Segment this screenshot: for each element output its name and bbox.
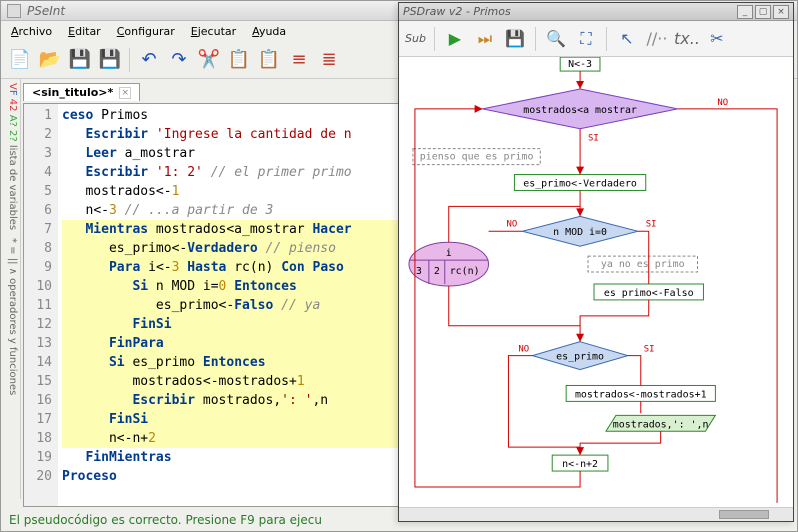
- play-icon[interactable]: ▶: [443, 27, 467, 51]
- svg-text:mostrados<-mostrados+1: mostrados<-mostrados+1: [575, 389, 707, 400]
- svg-text:es primo<-Falso: es primo<-Falso: [604, 288, 694, 299]
- svg-text:NO: NO: [518, 345, 529, 355]
- zoom-icon[interactable]: 🔍: [544, 27, 568, 51]
- save-icon[interactable]: 💾: [503, 27, 527, 51]
- menu-archivo[interactable]: Archivo: [5, 23, 58, 40]
- editor-tab[interactable]: <sin_titulo>* ×: [23, 83, 140, 101]
- app-title: PSeInt: [27, 4, 65, 18]
- scissors-icon[interactable]: ✂: [705, 27, 729, 51]
- paste-icon[interactable]: 📋: [256, 47, 282, 73]
- tab-label: <sin_titulo>*: [32, 86, 113, 99]
- psdraw-window: PSDraw v2 - Primos _ ▢ × Sub ▶ ⏭ 💾 🔍 ⛶ ↖…: [398, 2, 794, 522]
- left-sidebar: VF 42 A? 2? lista de variables * = || ∧ …: [1, 79, 21, 499]
- tab-close-icon[interactable]: ×: [119, 87, 131, 99]
- minimize-icon[interactable]: _: [737, 5, 753, 19]
- maximize-icon[interactable]: ▢: [755, 5, 771, 19]
- menu-configurar[interactable]: Configurar: [111, 23, 181, 40]
- redo-icon[interactable]: ↷: [166, 47, 192, 73]
- h-scroll-thumb[interactable]: [719, 510, 769, 519]
- svg-text:es_primo<-Verdadero: es_primo<-Verdadero: [523, 178, 637, 189]
- draw-title-text: PSDraw v2 - Primos: [403, 5, 511, 18]
- menu-ejecutar[interactable]: Ejecutar: [185, 23, 242, 40]
- svg-text:n MOD i=0: n MOD i=0: [553, 227, 607, 238]
- svg-text:SI: SI: [588, 134, 599, 144]
- list-icon[interactable]: ≣: [316, 47, 342, 73]
- svg-text:mostrados<a mostrar: mostrados<a mostrar: [523, 105, 637, 116]
- svg-text:SI: SI: [646, 219, 657, 229]
- svg-text:n<-n+2: n<-n+2: [562, 459, 598, 470]
- svg-text:3: 3: [416, 266, 422, 277]
- tabbar: <sin_titulo>* ×: [23, 81, 140, 103]
- svg-text:NO: NO: [717, 98, 728, 108]
- svg-text:2: 2: [434, 266, 440, 277]
- cut-icon[interactable]: ✂️: [196, 47, 222, 73]
- app-icon: [7, 4, 21, 18]
- saveas-icon[interactable]: 💾: [97, 47, 123, 73]
- draw-toolbar: Sub ▶ ⏭ 💾 🔍 ⛶ ↖ //·· tx.. ✂: [399, 21, 793, 57]
- comment-icon[interactable]: //··: [645, 27, 669, 51]
- sub-button[interactable]: Sub: [405, 32, 426, 45]
- menu-editar[interactable]: Editar: [62, 23, 107, 40]
- svg-text:rc(n): rc(n): [450, 266, 480, 277]
- tx-icon[interactable]: tx..: [675, 27, 699, 51]
- menu-ayuda[interactable]: Ayuda: [246, 23, 292, 40]
- h-scrollbar[interactable]: [399, 507, 793, 521]
- undo-icon[interactable]: ↶: [136, 47, 162, 73]
- line-gutter: 1234567891011121314151617181920: [24, 104, 58, 506]
- svg-text:NO: NO: [506, 219, 517, 229]
- svg-text:SI: SI: [644, 345, 655, 355]
- fullscreen-icon[interactable]: ⛶: [574, 27, 598, 51]
- svg-text:es_primo: es_primo: [556, 352, 604, 363]
- new-icon[interactable]: 📄: [7, 47, 33, 73]
- draw-titlebar[interactable]: PSDraw v2 - Primos _ ▢ ×: [399, 3, 793, 21]
- step-icon[interactable]: ⏭: [473, 27, 497, 51]
- open-icon[interactable]: 📂: [37, 47, 63, 73]
- svg-text:N<-3: N<-3: [568, 59, 592, 70]
- indent-icon[interactable]: ≡: [286, 47, 312, 73]
- cursor-icon[interactable]: ↖: [615, 27, 639, 51]
- svg-text:ya no es primo: ya no es primo: [601, 259, 685, 270]
- svg-text:i: i: [446, 248, 452, 259]
- svg-text:pienso que es primo: pienso que es primo: [420, 152, 534, 163]
- svg-text:mostrados,': ',n: mostrados,': ',n: [613, 419, 709, 430]
- flowchart-canvas[interactable]: N<-3 mostrados<a mostrar NO SI pienso qu…: [399, 57, 793, 507]
- save-icon[interactable]: 💾: [67, 47, 93, 73]
- copy-icon[interactable]: 📋: [226, 47, 252, 73]
- close-icon[interactable]: ×: [773, 5, 789, 19]
- status-text: El pseudocódigo es correcto. Presione F9…: [9, 513, 322, 527]
